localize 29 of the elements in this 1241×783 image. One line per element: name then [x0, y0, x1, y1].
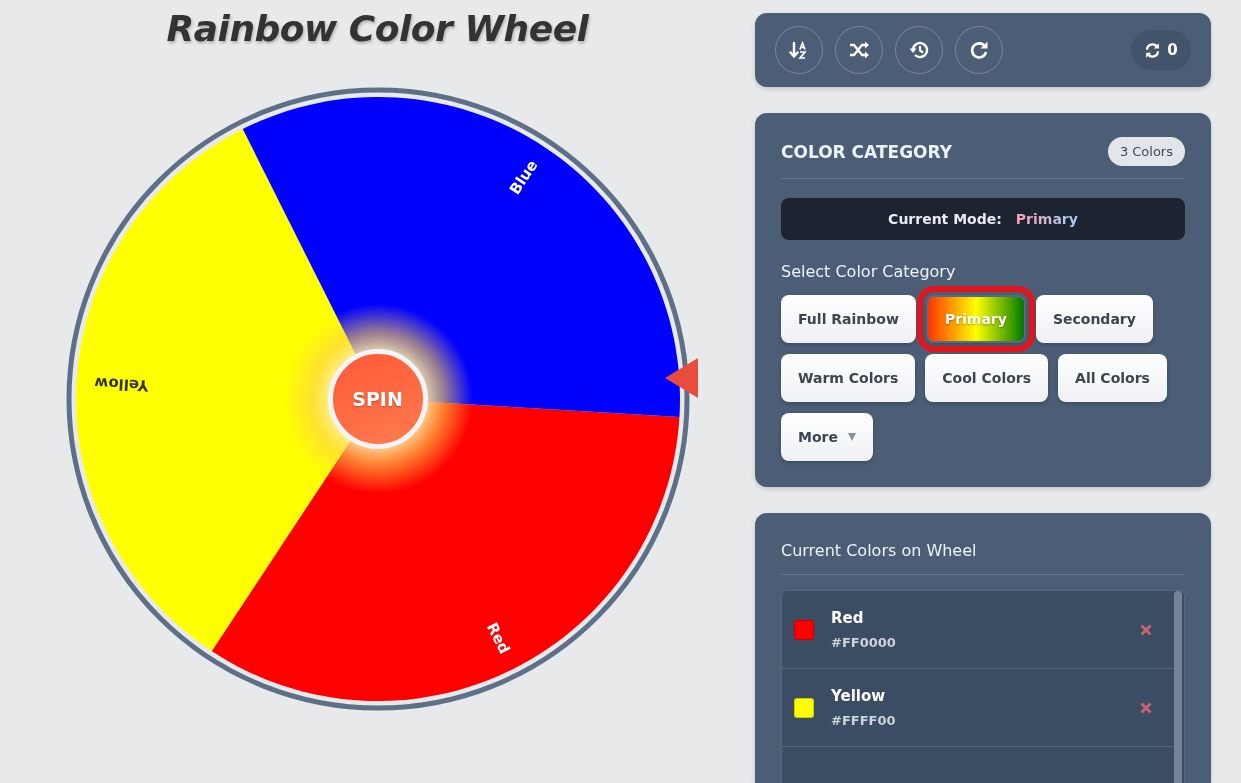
category-button[interactable]: Secondary	[1035, 295, 1153, 343]
section-label: Select Color Category	[781, 262, 957, 281]
more-dropdown[interactable]: More	[781, 413, 873, 461]
sort-icon	[789, 40, 809, 60]
mode-value: Primary	[1015, 211, 1078, 227]
cross-icon	[1140, 701, 1152, 714]
panel-heading: Current Colors on Wheel	[781, 541, 1185, 575]
pointer-icon	[664, 358, 698, 398]
color-name: Red	[831, 609, 865, 627]
spin-count: 0	[1167, 41, 1178, 59]
redo-icon	[969, 40, 989, 60]
category-button[interactable]: Full Rainbow	[781, 295, 916, 343]
color-hex: #FF0000	[831, 635, 897, 650]
color-name: Yellow	[831, 687, 887, 705]
category-button[interactable]: All Colors	[1058, 354, 1167, 402]
page-title: Rainbow Color Wheel	[166, 8, 589, 49]
category-button[interactable]: Warm Colors	[781, 354, 916, 402]
sync-icon	[1144, 41, 1162, 59]
color-count-badge: 3 Colors	[1107, 137, 1185, 166]
mode-label: Current Mode:	[888, 211, 1002, 227]
panel-heading: COLOR CATEGORY	[781, 141, 952, 162]
shuffle-icon	[849, 40, 869, 60]
cross-icon	[1140, 623, 1152, 636]
segment-label: Yellow	[93, 373, 149, 395]
segment-label: Red	[482, 619, 514, 657]
caret-icon	[847, 433, 856, 441]
history-icon	[909, 40, 929, 60]
color-hex: #FFFF00	[831, 713, 897, 728]
category-button[interactable]: Cool Colors	[925, 354, 1049, 402]
